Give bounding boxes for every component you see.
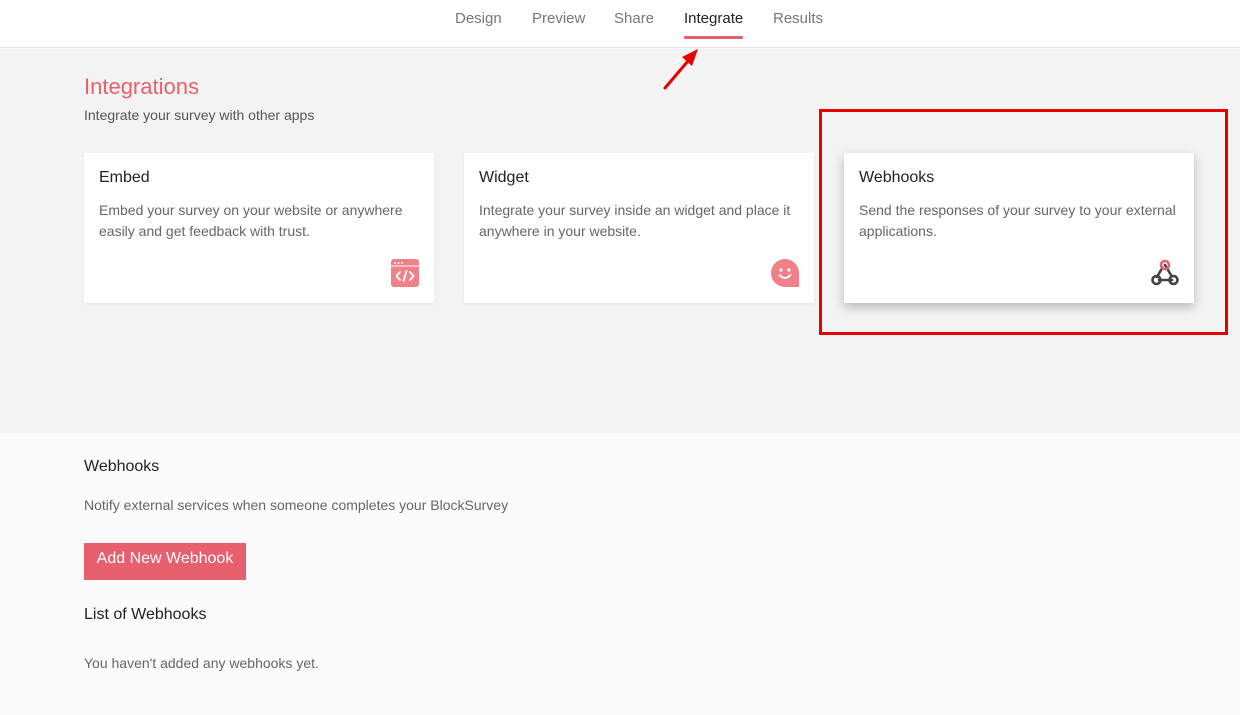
embed-card-description: Embed your survey on your website or any… <box>99 202 403 239</box>
embed-card-title: Embed <box>99 169 150 186</box>
webhooks-section-title: Webhooks <box>84 458 160 475</box>
webhooks-list-title: List of Webhooks <box>84 606 207 623</box>
integrations-subtitle: Integrate your survey with other apps <box>84 107 315 123</box>
webhooks-empty-message: You haven't added any webhooks yet. <box>84 655 319 671</box>
webhooks-card-title: Webhooks <box>859 169 935 186</box>
tab-integrate[interactable]: Integrate <box>684 10 743 27</box>
top-nav: Design Preview Share Integrate Results <box>0 0 1240 48</box>
integrations-title: Integrations <box>84 74 199 99</box>
active-tab-indicator <box>684 36 743 39</box>
tab-preview[interactable]: Preview <box>532 10 585 27</box>
widget-card[interactable]: Widget Integrate your survey inside an w… <box>464 153 814 303</box>
add-new-webhook-button[interactable]: Add New Webhook <box>84 543 246 580</box>
webhooks-card-description: Send the responses of your survey to you… <box>859 202 1176 239</box>
code-window-icon <box>391 259 419 287</box>
smiley-chat-icon <box>771 259 799 287</box>
widget-card-title: Widget <box>479 169 529 186</box>
widget-card-description: Integrate your survey inside an widget a… <box>479 202 791 239</box>
tab-share[interactable]: Share <box>614 10 654 27</box>
embed-card[interactable]: Embed Embed your survey on your website … <box>84 153 434 303</box>
webhooks-card[interactable]: Webhooks Send the responses of your surv… <box>844 153 1194 303</box>
webhooks-section-description: Notify external services when someone co… <box>84 497 509 513</box>
webhook-icon <box>1151 259 1179 286</box>
tab-results[interactable]: Results <box>773 10 823 27</box>
tab-design[interactable]: Design <box>455 10 502 27</box>
